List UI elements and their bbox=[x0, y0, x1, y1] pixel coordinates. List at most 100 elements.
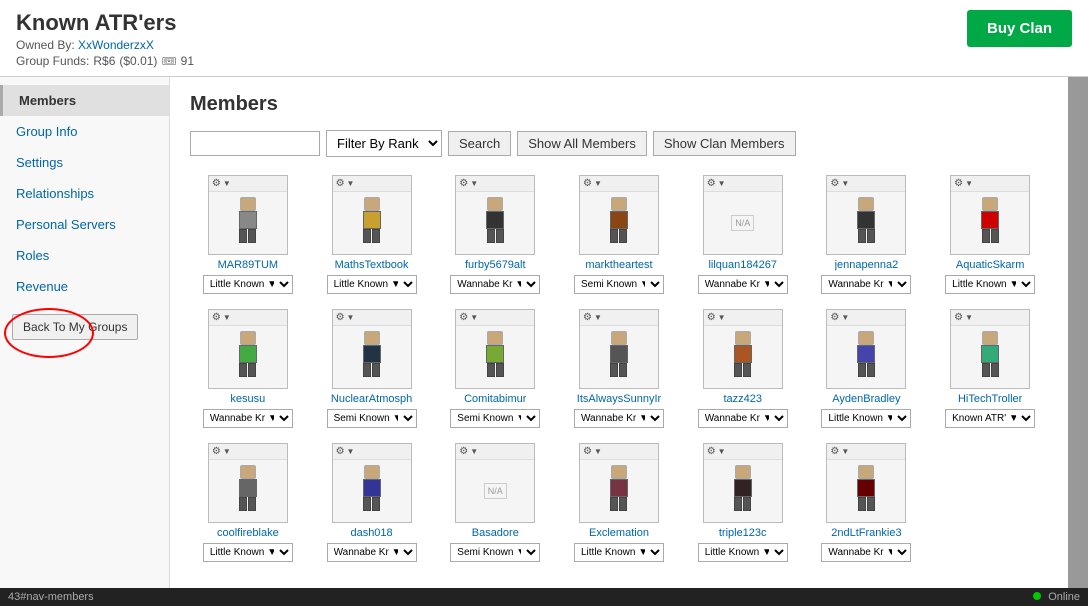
rank-filter-select[interactable]: Filter By Rank Little Known Wannabe Kr S… bbox=[326, 130, 442, 157]
avatar-controls: ⚙ ▼ bbox=[456, 176, 534, 192]
member-card-marktheartest: ⚙ ▼ marktheartest Semi Known ▼Little Kno… bbox=[561, 175, 677, 294]
gear-icon: ⚙ bbox=[830, 446, 839, 457]
show-clan-members-button[interactable]: Show Clan Members bbox=[653, 131, 796, 156]
rank-select[interactable]: Wannabe Kr ▼Little KnownSemi KnownKnown … bbox=[203, 409, 293, 428]
member-name[interactable]: MAR89TUM bbox=[218, 259, 279, 271]
character-figure bbox=[970, 331, 1010, 383]
sidebar-item-roles[interactable]: Roles bbox=[0, 240, 169, 271]
rank-select[interactable]: Little Known ▼Wannabe KrSemi KnownKnown … bbox=[698, 543, 788, 562]
rank-select[interactable]: Semi Known ▼Little KnownWannabe KrKnown … bbox=[327, 409, 417, 428]
scrollbar[interactable] bbox=[1068, 77, 1088, 597]
member-name[interactable]: kesusu bbox=[230, 393, 265, 405]
avatar-controls: ⚙ ▼ bbox=[580, 176, 658, 192]
rank-select[interactable]: Little Known ▼Wannabe KrSemi KnownKnown … bbox=[574, 543, 664, 562]
dropdown-icon: ▼ bbox=[470, 179, 478, 188]
member-name[interactable]: triple123c bbox=[719, 527, 767, 539]
sidebar-item-members[interactable]: Members bbox=[0, 85, 169, 116]
rank-select[interactable]: Wannabe Kr ▼Little KnownSemi KnownKnown … bbox=[327, 543, 417, 562]
member-card-coolfireblake: ⚙ ▼ coolfireblake Little Known ▼Wannabe … bbox=[190, 443, 306, 562]
avatar-box: ⚙ ▼ bbox=[332, 175, 412, 255]
search-button[interactable]: Search bbox=[448, 131, 511, 156]
rank-select[interactable]: Wannabe Kr ▼Little KnownSemi KnownKnown … bbox=[821, 275, 911, 294]
member-name[interactable]: dash018 bbox=[350, 527, 392, 539]
avatar-figure bbox=[456, 326, 534, 388]
member-name[interactable]: Comitabimur bbox=[464, 393, 526, 405]
sidebar-item-settings[interactable]: Settings bbox=[0, 147, 169, 178]
group-info-header: Known ATR'ers Owned By: XxWonderzxX Grou… bbox=[16, 10, 194, 68]
show-all-members-button[interactable]: Show All Members bbox=[517, 131, 647, 156]
gear-icon: ⚙ bbox=[336, 312, 345, 323]
rank-select[interactable]: Little Known ▼Wannabe KrSemi KnownKnown … bbox=[327, 275, 417, 294]
gear-icon: ⚙ bbox=[830, 178, 839, 189]
member-card-exclemation: ⚙ ▼ Exclemation Little Known ▼Wannabe Kr… bbox=[561, 443, 677, 562]
avatar-controls: ⚙ ▼ bbox=[580, 444, 658, 460]
dropdown-icon: ▼ bbox=[223, 313, 231, 322]
member-name[interactable]: marktheartest bbox=[585, 259, 652, 271]
rank-select[interactable]: Known ATR' ▼Little KnownWannabe KrSemi K… bbox=[945, 409, 1035, 428]
member-card-mathstextbook: ⚙ ▼ MathsTextbook Little Known ▼Wannabe … bbox=[314, 175, 430, 294]
avatar-figure bbox=[827, 326, 905, 388]
gear-icon: ⚙ bbox=[212, 446, 221, 457]
character-figure bbox=[723, 331, 763, 383]
member-name[interactable]: lilquan184267 bbox=[708, 259, 777, 271]
gear-icon: ⚙ bbox=[336, 446, 345, 457]
member-name[interactable]: MathsTextbook bbox=[335, 259, 409, 271]
rank-select[interactable]: Little Known ▼Wannabe KrSemi KnownKnown … bbox=[821, 409, 911, 428]
rank-select[interactable]: Semi Known ▼Little KnownWannabe KrKnown … bbox=[450, 409, 540, 428]
gear-icon: ⚙ bbox=[707, 178, 716, 189]
search-input[interactable] bbox=[190, 131, 320, 156]
member-name[interactable]: NuclearAtmosph bbox=[331, 393, 412, 405]
buy-clan-button[interactable]: Buy Clan bbox=[967, 10, 1072, 47]
dropdown-icon: ▼ bbox=[841, 179, 849, 188]
member-name[interactable]: Basadore bbox=[472, 527, 519, 539]
member-name[interactable]: tazz423 bbox=[723, 393, 762, 405]
member-card-aquaticskarm: ⚙ ▼ AquaticSkarm Little Known ▼Wannabe K… bbox=[932, 175, 1048, 294]
group-title: Known ATR'ers bbox=[16, 10, 194, 36]
online-label: Online bbox=[1048, 591, 1080, 603]
dropdown-icon: ▼ bbox=[965, 313, 973, 322]
member-name[interactable]: Exclemation bbox=[589, 527, 649, 539]
sidebar-item-personal-servers[interactable]: Personal Servers bbox=[0, 209, 169, 240]
rank-select[interactable]: Little Known ▼Wannabe KrSemi KnownKnown … bbox=[945, 275, 1035, 294]
sidebar-item-group-info[interactable]: Group Info bbox=[0, 116, 169, 147]
rank-select[interactable]: Semi Known ▼Little KnownWannabe KrKnown … bbox=[574, 275, 664, 294]
rank-select[interactable]: Wannabe Kr ▼Little KnownSemi KnownKnown … bbox=[698, 275, 788, 294]
avatar-controls: ⚙ ▼ bbox=[456, 444, 534, 460]
member-name[interactable]: 2ndLtFrankie3 bbox=[831, 527, 901, 539]
na-placeholder: N/A bbox=[704, 192, 782, 254]
member-name[interactable]: ItsAlwaysSunnyIr bbox=[577, 393, 661, 405]
gear-icon: ⚙ bbox=[212, 178, 221, 189]
rank-select[interactable]: Little Known ▼Wannabe KrSemi KnownKnown … bbox=[203, 275, 293, 294]
avatar-controls: ⚙ ▼ bbox=[456, 310, 534, 326]
member-card-comitabimur: ⚙ ▼ Comitabimur Semi Known ▼Little Known… bbox=[437, 309, 553, 428]
member-name[interactable]: AydenBradley bbox=[832, 393, 900, 405]
character-figure bbox=[475, 331, 515, 383]
member-name[interactable]: AquaticSkarm bbox=[956, 259, 1024, 271]
dropdown-icon: ▼ bbox=[470, 313, 478, 322]
owner-link[interactable]: XxWonderzxX bbox=[78, 38, 154, 52]
avatar-controls: ⚙ ▼ bbox=[951, 176, 1029, 192]
rank-select[interactable]: Little Known ▼Wannabe KrSemi KnownKnown … bbox=[203, 543, 293, 562]
member-name[interactable]: HiTechTroller bbox=[958, 393, 1022, 405]
avatar-box: ⚙ ▼ bbox=[208, 443, 288, 523]
rank-select[interactable]: Wannabe Kr ▼Little KnownSemi KnownKnown … bbox=[450, 275, 540, 294]
avatar-controls: ⚙ ▼ bbox=[333, 444, 411, 460]
rank-select[interactable]: Wannabe Kr ▼Little KnownSemi KnownKnown … bbox=[698, 409, 788, 428]
member-card-2ndltfrankie3: ⚙ ▼ 2ndLtFrankie3 Wannabe Kr ▼Little Kno… bbox=[809, 443, 925, 562]
sidebar-item-relationships[interactable]: Relationships bbox=[0, 178, 169, 209]
member-name[interactable]: coolfireblake bbox=[217, 527, 279, 539]
sidebar: Members Group Info Settings Relationship… bbox=[0, 77, 170, 597]
sidebar-item-revenue[interactable]: Revenue bbox=[0, 271, 169, 302]
back-to-my-groups-button[interactable]: Back To My Groups bbox=[12, 314, 138, 340]
avatar-box: ⚙ ▼ N/A bbox=[703, 175, 783, 255]
gear-icon: ⚙ bbox=[707, 446, 716, 457]
member-name[interactable]: furby5679alt bbox=[465, 259, 526, 271]
character-figure bbox=[599, 197, 639, 249]
character-figure bbox=[599, 331, 639, 383]
rank-select[interactable]: Wannabe Kr ▼Little KnownSemi KnownKnown … bbox=[574, 409, 664, 428]
rank-select[interactable]: Wannabe Kr ▼Little KnownSemi KnownKnown … bbox=[821, 543, 911, 562]
rank-select[interactable]: Semi Known ▼Little KnownWannabe KrKnown … bbox=[450, 543, 540, 562]
member-name[interactable]: jennapenna2 bbox=[835, 259, 899, 271]
avatar-figure bbox=[951, 326, 1029, 388]
member-card-hitechtroller: ⚙ ▼ HiTechTroller Known ATR' ▼Little Kno… bbox=[932, 309, 1048, 428]
